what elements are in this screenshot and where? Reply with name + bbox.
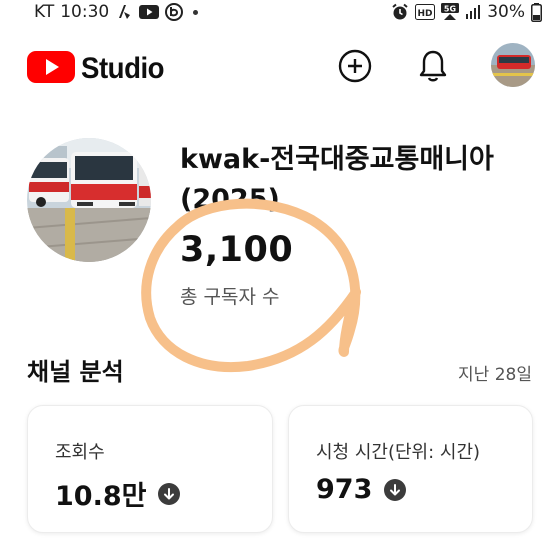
app-header: Studio: [0, 38, 560, 98]
clock: 10:30: [60, 2, 110, 22]
views-value-row: 10.8만: [55, 474, 181, 513]
youtube-logo-icon: [27, 50, 75, 88]
status-right: HD 5G 30%: [391, 2, 542, 22]
channel-name: kwak-전국대중교통매니아 (2025): [180, 144, 494, 215]
status-left: KT 10:30: [34, 2, 199, 22]
account-avatar-image: [491, 43, 535, 87]
watch-time-value: 973: [316, 474, 373, 505]
watch-time-card[interactable]: 시청 시간(단위: 시간) 973: [288, 405, 533, 533]
status-bar: KT 10:30 HD 5G 30%: [0, 0, 560, 26]
more-notifications-dot: [193, 9, 199, 15]
analytics-period[interactable]: 지난 28일: [458, 360, 532, 385]
battery-icon: [531, 2, 542, 22]
logo-text: Studio: [81, 52, 165, 85]
watch-time-value-row: 973: [316, 474, 407, 505]
arrow-down-circle-icon: [384, 478, 407, 501]
studio-logo[interactable]: Studio: [27, 50, 171, 88]
channel-avatar[interactable]: [27, 138, 151, 262]
plus-circle-icon: [338, 49, 372, 87]
hd-voice-icon: HD: [415, 4, 436, 20]
network-label: 5G: [444, 5, 456, 14]
account-avatar[interactable]: [491, 43, 535, 87]
views-card[interactable]: 조회수 10.8만: [27, 405, 273, 533]
network-5g-icon: 5G: [441, 3, 460, 21]
watch-time-label: 시청 시간(단위: 시간): [316, 442, 481, 463]
arrow-down-circle-icon: [158, 482, 181, 505]
notifications-button[interactable]: [411, 46, 455, 90]
signal-icon: [465, 4, 481, 20]
analytics-title: 채널 분석: [27, 358, 124, 386]
hd-label: HD: [418, 9, 433, 19]
subscriber-label: 총 구독자 수: [180, 286, 280, 308]
subscriber-count: 3,100: [180, 230, 294, 270]
music-app-icon: [115, 3, 133, 21]
alarm-icon: [391, 3, 409, 21]
create-button[interactable]: [333, 46, 377, 90]
battery-percent: 30%: [487, 2, 525, 22]
bell-icon: [417, 49, 449, 87]
channel-avatar-image: [27, 138, 151, 262]
youtube-notification-icon: [139, 4, 160, 20]
carrier-label: KT: [34, 2, 55, 22]
views-value: 10.8만: [55, 481, 147, 512]
views-label: 조회수: [55, 442, 105, 463]
blog-app-icon: [165, 3, 184, 21]
